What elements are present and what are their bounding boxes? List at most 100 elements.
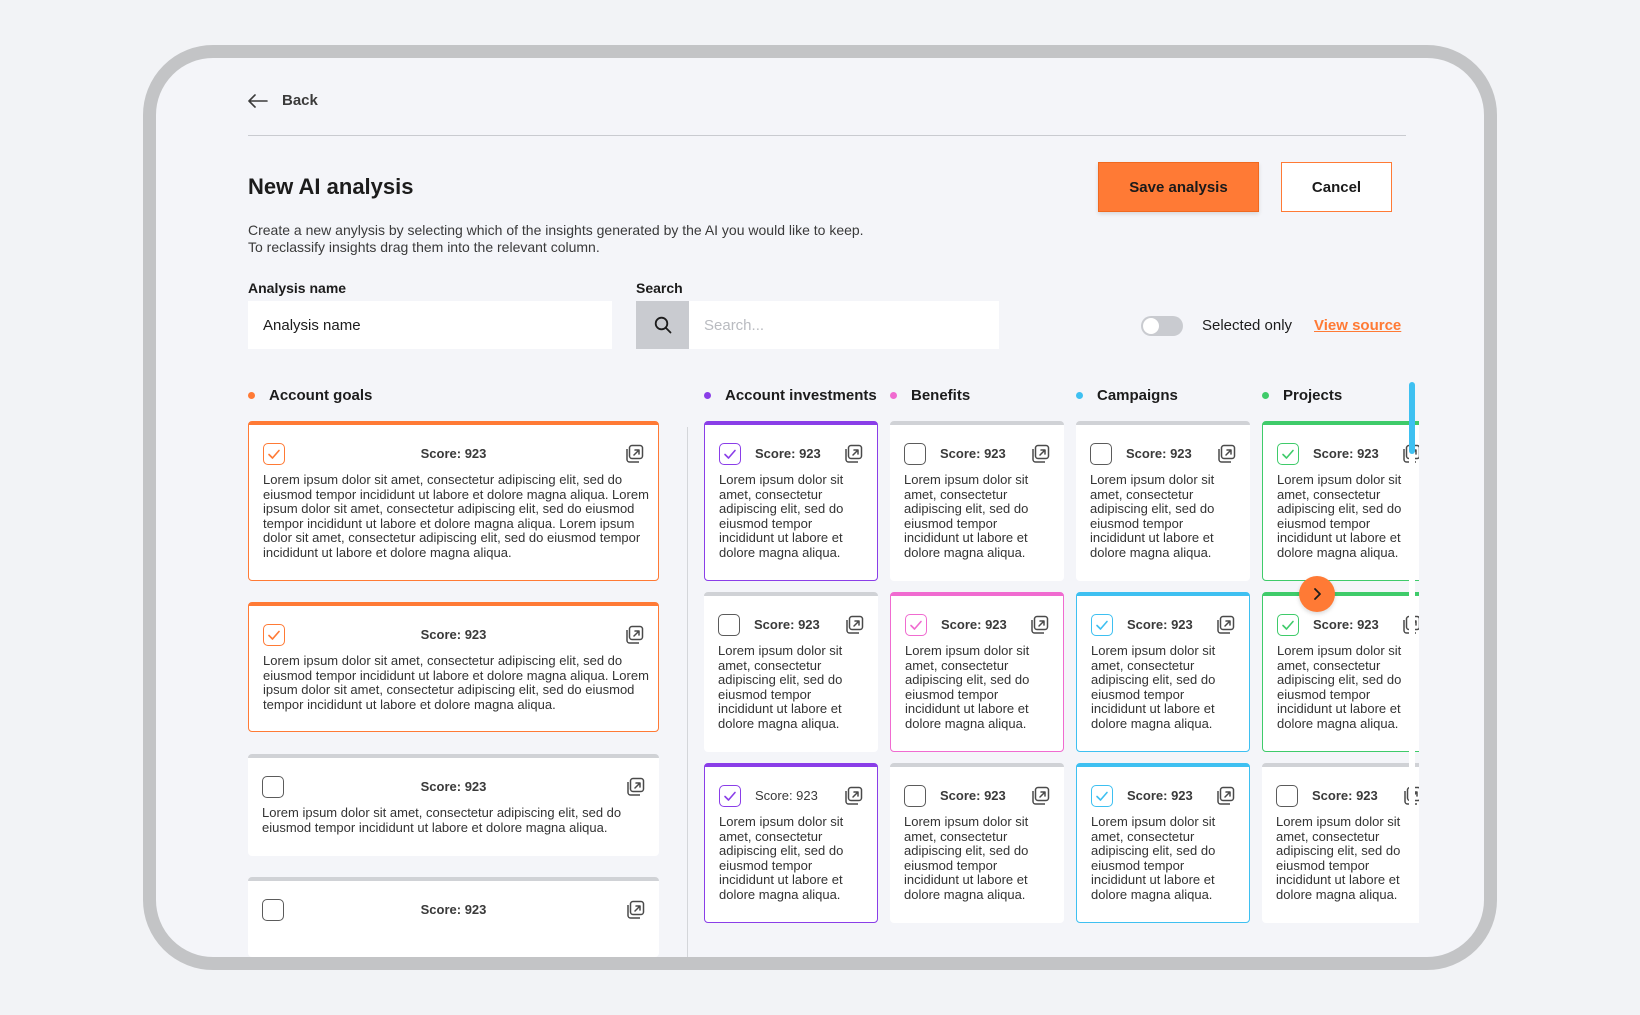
select-checkbox[interactable] <box>262 899 284 921</box>
open-external-icon[interactable] <box>845 615 864 634</box>
select-checkbox[interactable] <box>263 443 285 465</box>
insight-card[interactable]: Score: 923 Lorem ipsum dolor sit amet, co… <box>248 754 659 856</box>
insight-card[interactable]: Score: 923 Lorem ipsum dolor sit amet, con… <box>1076 421 1250 581</box>
check-icon <box>724 449 736 459</box>
card-score: Score: 923 <box>1126 446 1192 461</box>
card-score: Score: 923 <box>940 788 1006 803</box>
select-checkbox[interactable] <box>904 443 926 465</box>
column-title: Account goals <box>269 387 373 404</box>
card-text-line: eiusmod tempor <box>719 857 813 873</box>
check-icon <box>268 630 280 640</box>
select-checkbox[interactable] <box>1276 785 1298 807</box>
card-text-line: tempor incididunt ut labore et dolore ma… <box>263 696 556 712</box>
card-text-line: Lorem ipsum dolor sit <box>718 643 843 658</box>
card-text-line: incididunt ut labore et <box>718 701 842 716</box>
open-external-icon[interactable] <box>844 786 863 805</box>
card-text: Lorem ipsum dolor sit amet, consectetur ad… <box>718 643 843 731</box>
open-external-icon[interactable] <box>844 444 863 463</box>
scrollbar-track[interactable] <box>1409 382 1415 902</box>
insight-card[interactable]: Score: 923 Lorem ipsum dolor sit amet, con… <box>1076 592 1250 752</box>
open-external-icon[interactable] <box>1216 786 1235 805</box>
card-text-line: incididunt ut labore et <box>1091 701 1215 716</box>
open-external-icon[interactable] <box>625 625 644 644</box>
open-external-icon[interactable] <box>1031 786 1050 805</box>
card-text-line: incididunt ut labore et <box>1091 872 1215 887</box>
card-text: Lorem ipsum dolor sit amet, consectetur … <box>263 472 649 560</box>
card-text-line: adipiscing elit, sed do <box>904 501 1029 516</box>
insight-card[interactable]: Score: 923 Lorem ipsum dolor sit amet, con… <box>704 592 878 752</box>
card-text-line: dolore magna aliqua. <box>905 715 1027 731</box>
card-text-line: adipiscing elit, sed do <box>718 672 843 687</box>
select-checkbox[interactable] <box>263 624 285 646</box>
card-text-line: eiusmod tempor incididunt ut labore et d… <box>262 819 608 835</box>
column-dot <box>248 392 255 399</box>
insight-card[interactable]: Score: 923 <box>248 877 659 957</box>
select-checkbox[interactable] <box>719 443 741 465</box>
column-dot <box>1262 392 1269 399</box>
insight-card[interactable]: Score: 923 Lorem ipsum dolor sit amet, co… <box>248 602 659 732</box>
open-external-icon[interactable] <box>1217 444 1236 463</box>
card-text-line: eiusmod tempor <box>904 857 998 873</box>
open-external-icon[interactable] <box>626 900 645 919</box>
card-text-line: Lorem ipsum dolor sit amet, consectetur … <box>262 805 622 820</box>
card-score: Score: 923 <box>420 627 487 642</box>
card-text-line: incididunt ut labore et <box>1090 530 1214 545</box>
column-dot <box>1076 392 1083 399</box>
scrollbar-thumb[interactable] <box>1409 382 1415 454</box>
card-text-line: amet, consectetur <box>1090 486 1194 502</box>
select-checkbox[interactable] <box>1090 443 1112 465</box>
insight-card[interactable]: Score: 923 Lorem ipsum dolor sit amet, con… <box>890 421 1064 581</box>
column-title: Projects <box>1283 387 1343 404</box>
card-text-line: amet, consectetur <box>1277 657 1381 673</box>
select-checkbox[interactable] <box>1277 443 1299 465</box>
select-checkbox[interactable] <box>262 776 284 798</box>
insight-card[interactable]: Score: 923 Lorem ipsum dolor sit amet, con… <box>890 763 1064 923</box>
column-header-investments: Account investments <box>704 387 877 404</box>
card-text-line: adipiscing elit, sed do <box>905 672 1030 687</box>
card-text-line: dolore magna aliqua. <box>719 886 841 902</box>
column-dot <box>704 392 711 399</box>
insight-card[interactable]: Score: 923 Lorem ipsum dolor sit amet, con… <box>890 592 1064 752</box>
open-external-icon[interactable] <box>1031 444 1050 463</box>
insight-card[interactable]: Score: 923 Lorem ipsum dolor sit amet, con… <box>1262 421 1419 581</box>
select-checkbox[interactable] <box>1091 785 1113 807</box>
card-text-line: incididunt ut labore et <box>905 701 1029 716</box>
card-text-line: Lorem ipsum dolor sit <box>719 472 844 487</box>
insight-card[interactable]: Score: 923 Lorem ipsum dolor sit amet, con… <box>1076 763 1250 923</box>
open-external-icon[interactable] <box>625 444 644 463</box>
chevron-right-icon <box>1314 588 1321 600</box>
insight-card[interactable]: Score: 923 Lorem ipsum dolor sit amet, con… <box>1262 592 1419 752</box>
card-text-line: eiusmod tempor <box>719 515 813 531</box>
card-text: Lorem ipsum dolor sit amet, consectetur ad… <box>904 472 1029 560</box>
card-text-line: dolore magna aliqua. <box>1276 886 1398 902</box>
card-text-line: amet, consectetur <box>1276 828 1380 844</box>
card-score: Score: 923 <box>754 617 820 632</box>
card-text: Lorem ipsum dolor sit amet, consectetur … <box>263 653 649 712</box>
card-text: Lorem ipsum dolor sit amet, consectetur ad… <box>1091 814 1215 902</box>
card-text-line: dolore magna aliqua. <box>1277 715 1399 731</box>
card-text-line: amet, consectetur <box>719 486 823 502</box>
scroll-right-button[interactable] <box>1299 576 1335 612</box>
card-text-line: dolore magna aliqua. <box>718 715 840 731</box>
card-text-line: Lorem ipsum dolor sit amet, consectetur … <box>263 472 623 487</box>
column-header-goals: Account goals <box>248 387 372 404</box>
insight-card[interactable]: Score: 923 Lorem ipsum dolor sit amet, con… <box>704 763 878 923</box>
open-external-icon[interactable] <box>1216 615 1235 634</box>
insight-card[interactable]: Score: 923 Lorem ipsum dolor sit amet, con… <box>704 421 878 581</box>
insight-card[interactable]: Score: 923 Lorem ipsum dolor sit amet, con… <box>1262 763 1419 923</box>
select-checkbox[interactable] <box>1277 614 1299 636</box>
card-text-line: dolore magna aliqua. <box>1090 544 1212 560</box>
card-text-line: dolor sit amet, consectetur adipiscing e… <box>263 530 641 545</box>
open-external-icon[interactable] <box>626 777 645 796</box>
select-checkbox[interactable] <box>1091 614 1113 636</box>
open-external-icon[interactable] <box>1030 615 1049 634</box>
select-checkbox[interactable] <box>718 614 740 636</box>
column-header-campaigns: Campaigns <box>1076 387 1178 404</box>
insight-card[interactable]: Score: 923 Lorem ipsum dolor sit amet, co… <box>248 421 659 581</box>
select-checkbox[interactable] <box>904 785 926 807</box>
card-text-line: ipsum dolor sit amet, consectetur adipis… <box>263 682 635 697</box>
select-checkbox[interactable] <box>719 785 741 807</box>
card-text: Lorem ipsum dolor sit amet, consectetur ad… <box>1277 643 1401 731</box>
select-checkbox[interactable] <box>905 614 927 636</box>
card-text-line: adipiscing elit, sed do <box>1091 672 1216 687</box>
